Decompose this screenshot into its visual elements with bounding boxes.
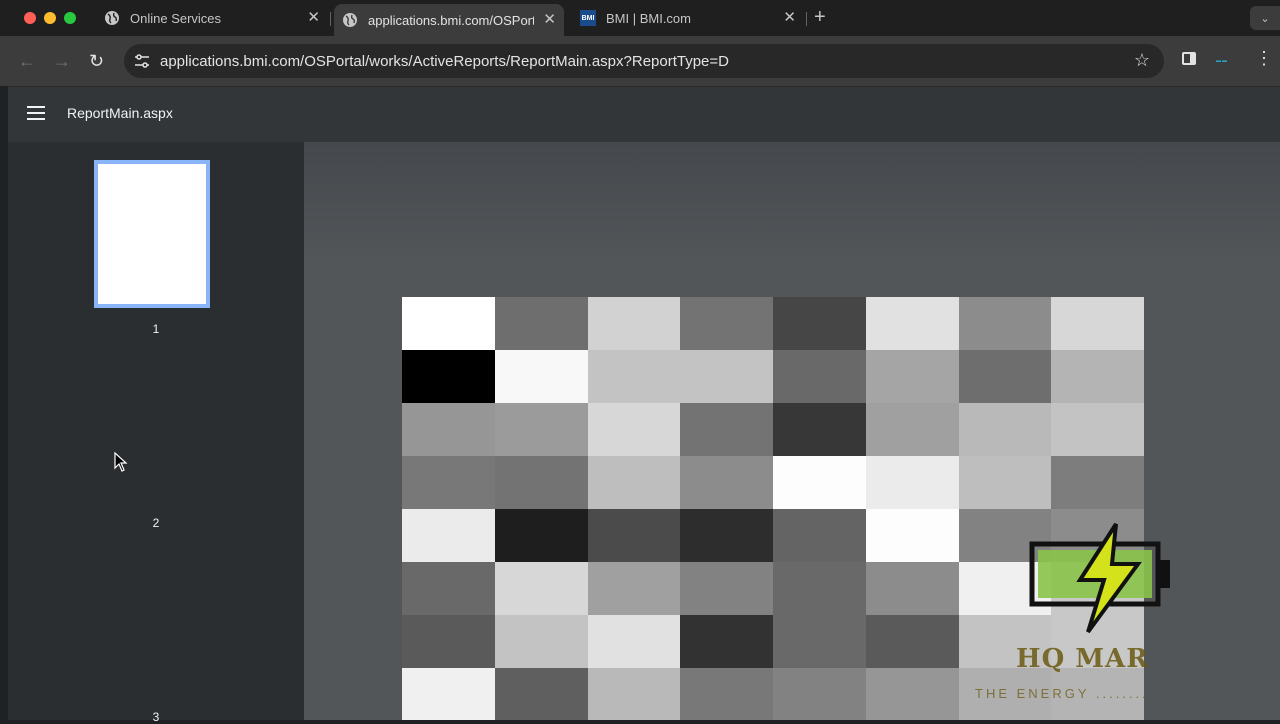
redacted-block: [1051, 350, 1144, 403]
redacted-block: [773, 668, 866, 720]
redacted-block: [587, 297, 681, 350]
globe-icon: [105, 11, 119, 25]
document-title: ReportMain.aspx: [67, 105, 173, 121]
redacted-block: [865, 403, 959, 456]
redacted-block: [494, 456, 588, 509]
pdf-viewer-toolbar: ReportMain.aspx: [8, 86, 1280, 142]
close-icon[interactable]: ✕: [783, 10, 796, 26]
redacted-block: [680, 615, 773, 668]
redacted-block: [680, 297, 773, 350]
redacted-block: [680, 509, 773, 562]
redacted-block: [587, 350, 681, 403]
tab-strip: Online Services ✕ applications.bmi.com/O…: [0, 0, 1280, 36]
back-arrow-icon[interactable]: ←: [18, 51, 36, 71]
redacted-block: [587, 668, 681, 720]
redacted-block: [494, 509, 588, 562]
battery-logo-icon: [1029, 522, 1170, 634]
browser-menu-icon[interactable]: ⋮: [1255, 48, 1273, 68]
tab-bmi[interactable]: BMI BMI | BMI.com ✕: [572, 4, 804, 32]
redacted-block: [494, 403, 588, 456]
redacted-block: [773, 562, 866, 615]
tab-divider: [330, 12, 331, 26]
redacted-block: [402, 615, 495, 668]
redacted-block: [587, 403, 681, 456]
redacted-block: [865, 668, 959, 720]
redacted-block: [402, 509, 495, 562]
redacted-block: [587, 562, 681, 615]
page-number-1: 1: [152, 322, 160, 336]
bmi-logo-icon: BMI: [580, 10, 596, 26]
url-text: applications.bmi.com/OSPortal/works/Acti…: [160, 53, 729, 70]
tab-search-button[interactable]: ⌄: [1250, 6, 1280, 30]
redacted-block: [587, 509, 681, 562]
redacted-block: [865, 350, 959, 403]
redacted-block: [865, 509, 959, 562]
redacted-block: [958, 350, 1052, 403]
redacted-block: [587, 615, 681, 668]
close-icon[interactable]: ✕: [307, 10, 320, 26]
redacted-block: [680, 562, 773, 615]
redacted-block: [402, 403, 495, 456]
address-bar[interactable]: applications.bmi.com/OSPortal/works/Acti…: [124, 44, 1164, 78]
redacted-block: [773, 403, 866, 456]
menu-icon[interactable]: [27, 106, 45, 120]
tab-report-main[interactable]: applications.bmi.com/OSPort ✕: [334, 4, 564, 36]
extension-icon[interactable]: ▬▬: [1216, 58, 1228, 64]
reload-icon[interactable]: ↻: [89, 51, 104, 71]
bookmark-star-icon[interactable]: ☆: [1134, 50, 1150, 71]
tab-label: applications.bmi.com/OSPort: [368, 12, 534, 28]
page-number-3: 3: [152, 710, 160, 724]
redacted-block: [865, 615, 959, 668]
redacted-block: [680, 668, 773, 720]
redacted-block: [680, 350, 773, 403]
redacted-block: [1051, 403, 1144, 456]
redacted-block: [773, 615, 866, 668]
redacted-block: [1051, 456, 1144, 509]
redacted-block: [494, 562, 588, 615]
redacted-block: [494, 350, 588, 403]
redacted-block: [865, 456, 959, 509]
redacted-block: [402, 668, 495, 720]
forward-arrow-icon[interactable]: →: [53, 51, 71, 71]
site-settings-icon[interactable]: [134, 53, 150, 69]
window-maximize-button[interactable]: [64, 12, 76, 24]
redacted-block: [958, 456, 1052, 509]
redacted-block: [958, 297, 1052, 350]
tab-online-services[interactable]: Online Services ✕: [96, 4, 328, 32]
window-close-button[interactable]: [24, 12, 36, 24]
redacted-block: [773, 456, 866, 509]
watermark-brand: HQ MAR: [1016, 644, 1149, 674]
redacted-block: [494, 668, 588, 720]
redacted-block: [865, 562, 959, 615]
redacted-block: [494, 297, 588, 350]
redacted-block: [680, 456, 773, 509]
redacted-block: [773, 350, 866, 403]
browser-toolbar: ← → ↻ applications.bmi.com/OSPortal/work…: [0, 36, 1280, 86]
redacted-block: [402, 297, 495, 350]
mouse-cursor-icon: [114, 452, 128, 472]
watermark-tagline: THE ENERGY ........: [975, 686, 1149, 701]
new-tab-button[interactable]: +: [814, 6, 826, 29]
tab-label: BMI | BMI.com: [606, 10, 691, 26]
page-thumbnail-1[interactable]: [94, 160, 210, 308]
redacted-block: [587, 456, 681, 509]
redacted-block: [402, 562, 495, 615]
redacted-block: [773, 297, 866, 350]
window-minimize-button[interactable]: [44, 12, 56, 24]
tab-divider: [806, 12, 807, 26]
redacted-block: [680, 403, 773, 456]
close-icon[interactable]: ✕: [543, 12, 556, 28]
redacted-block: [402, 350, 495, 403]
redacted-block: [494, 615, 588, 668]
redacted-block: [958, 403, 1052, 456]
redacted-block: [1051, 297, 1144, 350]
tab-label: Online Services: [130, 10, 222, 26]
redacted-block: [402, 456, 495, 509]
side-panel-icon[interactable]: [1182, 52, 1196, 65]
globe-icon: [343, 13, 357, 27]
page-number-2: 2: [152, 516, 160, 530]
thumbnail-sidebar: 1 2 3: [8, 142, 304, 724]
redacted-block: [865, 297, 959, 350]
redacted-block: [773, 509, 866, 562]
